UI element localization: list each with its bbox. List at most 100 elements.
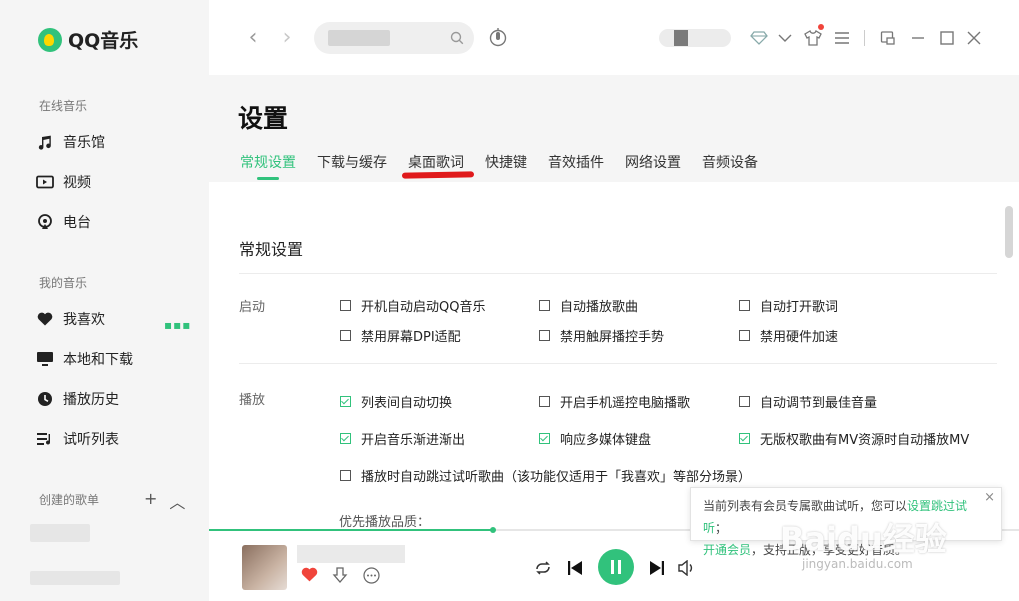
- checkbox-disable-dpi[interactable]: 禁用屏幕DPI适配: [340, 326, 461, 345]
- tab-hotkeys[interactable]: 快捷键: [485, 152, 527, 172]
- checkbox-box[interactable]: [340, 330, 351, 341]
- checkbox-skip-trial[interactable]: 播放时自动跳过试听歌曲（该功能仅适用于「我喜欢」等部分场景）: [340, 466, 751, 485]
- sidebar-item-label: 播放历史: [63, 392, 119, 408]
- playlist-item-blurred[interactable]: [30, 524, 90, 542]
- maximize-icon[interactable]: [936, 27, 958, 49]
- playlist-icon: [36, 430, 54, 448]
- previous-track-icon[interactable]: [565, 558, 585, 578]
- checkbox-auto-switch-list[interactable]: 列表间自动切换: [340, 392, 452, 411]
- checkbox-box[interactable]: [340, 433, 351, 444]
- user-avatar-blurred[interactable]: [659, 29, 731, 47]
- notice-text: 当前列表有会员专属歌曲试听，您可以: [703, 499, 908, 513]
- sidebar-item-history[interactable]: 播放历史: [36, 387, 119, 411]
- red-underline-annotation: [401, 171, 475, 179]
- minimize-icon[interactable]: [907, 27, 929, 49]
- menu-icon[interactable]: [831, 27, 853, 49]
- checkbox-box[interactable]: [739, 433, 750, 444]
- next-track-icon[interactable]: [647, 558, 667, 578]
- playback-label: 播放: [239, 393, 266, 408]
- checkbox-label: 自动打开歌词: [760, 300, 839, 315]
- back-button[interactable]: ‹: [242, 26, 264, 50]
- pause-icon: [611, 560, 621, 574]
- sidebar-item-label: 音乐馆: [63, 135, 105, 151]
- checkbox-disable-touch[interactable]: 禁用触屏播控手势: [539, 326, 664, 345]
- chevron-down-icon[interactable]: [774, 27, 796, 49]
- checkbox-label: 播放时自动跳过试听歌曲（该功能仅适用于「我喜欢」等部分场景）: [361, 470, 752, 485]
- pause-button[interactable]: [598, 549, 634, 585]
- checkbox-label: 无版权歌曲有MV资源时自动播放MV: [760, 433, 970, 448]
- close-icon[interactable]: [963, 27, 985, 49]
- checkbox-box[interactable]: [739, 396, 750, 407]
- checkbox-media-keys[interactable]: 响应多媒体键盘: [539, 429, 651, 448]
- checkbox-box[interactable]: [539, 433, 550, 444]
- checkbox-label: 禁用屏幕DPI适配: [361, 330, 461, 345]
- search-input[interactable]: [352, 29, 446, 49]
- tab-download-cache[interactable]: 下载与缓存: [317, 152, 387, 172]
- playlist-tools: + ︿: [144, 489, 185, 513]
- tab-audio-device[interactable]: 音频设备: [702, 152, 758, 172]
- checkbox-label: 列表间自动切换: [361, 396, 453, 411]
- checkbox-autoplay[interactable]: 自动播放歌曲: [539, 296, 638, 315]
- checkbox-auto-volume[interactable]: 自动调节到最佳音量: [739, 392, 877, 411]
- heart-icon: [36, 310, 54, 328]
- checkbox-box[interactable]: [340, 470, 351, 481]
- music-note-icon: [36, 133, 54, 151]
- settings-header: 设置 常规设置 下载与缓存 桌面歌词 快捷键 音效插件 网络设置 音频设备: [209, 75, 1019, 182]
- search-box[interactable]: [314, 22, 474, 54]
- checkbox-disable-hw-accel[interactable]: 禁用硬件加速: [739, 326, 838, 345]
- skin-shirt-icon[interactable]: [802, 27, 824, 49]
- tab-sound-plugins[interactable]: 音效插件: [548, 152, 604, 172]
- sidebar-item-label: 试听列表: [63, 432, 119, 448]
- open-vip-link[interactable]: 开通会员: [703, 543, 751, 557]
- now-playing-indicator-icon: ▪▪▪: [164, 318, 192, 332]
- search-icon[interactable]: [450, 30, 464, 49]
- sidebar-item-favorites[interactable]: 我喜欢: [36, 307, 105, 331]
- baidu-watermark: Baidu经验: [780, 520, 947, 558]
- sidebar-item-trial-list[interactable]: 试听列表: [36, 427, 119, 451]
- checkbox-phone-remote[interactable]: 开启手机遥控电脑播歌: [539, 392, 690, 411]
- checkbox-autostart[interactable]: 开机自动启动QQ音乐: [340, 296, 485, 315]
- notice-text: ；: [715, 521, 728, 535]
- loop-mode-icon[interactable]: [533, 558, 553, 578]
- checkbox-auto-lyrics[interactable]: 自动打开歌词: [739, 296, 838, 315]
- sidebar-item-video[interactable]: 视频: [36, 170, 91, 194]
- checkbox-label: 自动调节到最佳音量: [760, 396, 878, 411]
- checkbox-fade-in-out[interactable]: 开启音乐渐进渐出: [340, 429, 465, 448]
- checkbox-box[interactable]: [539, 396, 550, 407]
- app-logo[interactable]: QQ音乐: [38, 26, 138, 53]
- checkbox-box[interactable]: [539, 300, 550, 311]
- app-name: QQ音乐: [68, 30, 139, 52]
- checkbox-box[interactable]: [340, 396, 351, 407]
- more-icon[interactable]: [363, 567, 380, 588]
- sidebar-item-local-download[interactable]: 本地和下载: [36, 347, 133, 371]
- sidebar-item-radio[interactable]: 电台: [36, 210, 91, 234]
- progress-fill: [209, 529, 493, 531]
- video-icon: [36, 173, 54, 191]
- playlist-item-blurred[interactable]: [30, 571, 120, 585]
- checkbox-box[interactable]: [739, 300, 750, 311]
- add-playlist-button[interactable]: +: [144, 489, 157, 513]
- checkbox-box[interactable]: [539, 330, 550, 341]
- download-icon[interactable]: [332, 567, 348, 588]
- tab-general[interactable]: 常规设置: [240, 152, 296, 180]
- tab-network[interactable]: 网络设置: [625, 152, 681, 172]
- forward-button[interactable]: ›: [276, 26, 298, 50]
- mini-mode-icon[interactable]: [877, 27, 899, 49]
- sidebar-item-music-hall[interactable]: 音乐馆: [36, 130, 105, 154]
- voice-search-icon[interactable]: [489, 27, 507, 51]
- checkbox-auto-mv[interactable]: 无版权歌曲有MV资源时自动播放MV: [739, 429, 969, 448]
- collapse-playlists-button[interactable]: ︿: [169, 489, 185, 513]
- progress-handle[interactable]: [489, 527, 496, 533]
- volume-icon[interactable]: [677, 558, 697, 578]
- heart-icon[interactable]: [301, 567, 318, 586]
- online-music-section: 在线音乐: [39, 99, 88, 113]
- sidebar-item-label: 视频: [63, 175, 91, 191]
- checkbox-box[interactable]: [739, 330, 750, 341]
- tab-desktop-lyrics[interactable]: 桌面歌词: [408, 152, 464, 172]
- vip-diamond-icon[interactable]: [748, 27, 770, 49]
- checkbox-box[interactable]: [340, 300, 351, 311]
- scrollbar-thumb[interactable]: [1005, 206, 1013, 258]
- album-cover-blurred[interactable]: [242, 545, 287, 590]
- close-notice-button[interactable]: ×: [984, 489, 995, 507]
- monitor-icon: [36, 350, 54, 368]
